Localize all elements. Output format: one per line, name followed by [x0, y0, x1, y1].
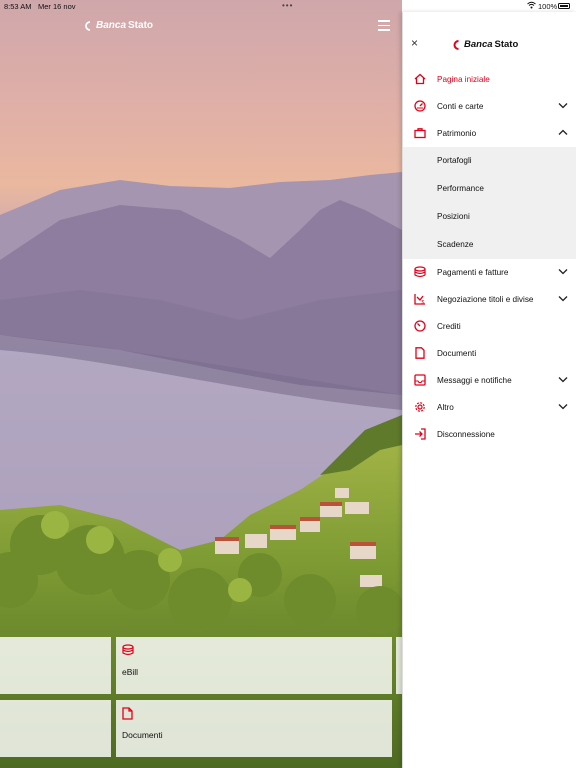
document-icon: [122, 707, 133, 720]
submenu-item-portafogli[interactable]: Portafogli: [403, 147, 576, 175]
menu-item-negoziazione[interactable]: $ Negoziazione titoli e divise: [403, 286, 576, 313]
menu-item-altro[interactable]: Altro: [403, 394, 576, 421]
speedometer-icon: [414, 100, 426, 112]
menu-item-label: Messaggi e notifiche: [437, 376, 512, 385]
logo-text-left: Banca: [96, 20, 127, 31]
tile-left-1[interactable]: [0, 637, 111, 694]
multitasking-dots-icon[interactable]: •••: [282, 1, 293, 10]
gauge-icon: [414, 320, 426, 332]
battery-icon: [558, 3, 570, 9]
menu-hamburger-icon[interactable]: [378, 20, 390, 31]
menu-item-label: Negoziazione titoli e divise: [437, 295, 534, 304]
submenu-item-performance[interactable]: Performance: [403, 175, 576, 203]
tile-ebill[interactable]: eBill: [116, 637, 392, 694]
coins-icon: [414, 266, 426, 278]
trading-icon: $: [414, 294, 425, 305]
menu-item-conti-e-carte[interactable]: Conti e carte: [403, 93, 576, 120]
logo-text-right: Stato: [128, 20, 154, 31]
battery-percent: 100%: [538, 2, 558, 11]
submenu-item-label: Performance: [437, 184, 484, 193]
wifi-icon: [527, 1, 536, 9]
brand-mark-icon: [85, 20, 91, 31]
menu-item-label: Patrimonio: [437, 129, 477, 138]
status-bar: 8:53 AM Mer 16 nov ••• 100%: [0, 0, 576, 12]
menu-item-label: Crediti: [437, 322, 461, 331]
menu-item-crediti[interactable]: Crediti: [403, 313, 576, 340]
chevron-down-icon: [558, 404, 568, 410]
tile-documenti-label: Documenti: [122, 730, 163, 740]
submenu-item-posizioni[interactable]: Posizioni: [403, 203, 576, 231]
briefcase-icon: [414, 128, 426, 139]
logo-text-left: Banca: [464, 39, 493, 50]
chevron-down-icon: [558, 103, 568, 109]
menu-item-pagina-iniziale[interactable]: Pagina iniziale: [403, 66, 576, 93]
submenu-item-label: Scadenze: [437, 240, 474, 249]
gear-icon: [415, 402, 425, 412]
menu-item-messaggi[interactable]: Messaggi e notifiche: [403, 367, 576, 394]
chevron-up-icon: [558, 129, 568, 135]
inbox-icon: [414, 374, 426, 386]
submenu-item-label: Posizioni: [437, 212, 470, 221]
tile-ebill-label: eBill: [122, 667, 139, 677]
logo-text-right: Stato: [494, 39, 519, 50]
tile-documenti[interactable]: Documenti: [116, 700, 392, 757]
close-icon[interactable]: ×: [411, 37, 418, 49]
menu-item-pagamenti-e-fatture[interactable]: Pagamenti e fatture: [403, 259, 576, 286]
chevron-down-icon: [558, 269, 568, 275]
menu-item-disconnessione[interactable]: Disconnessione: [403, 421, 576, 448]
submenu-patrimonio: Portafogli Performance Posizioni Scadenz…: [403, 147, 576, 259]
navigation-drawer: × Banca Stato Pagina iniziale Conti e car…: [402, 12, 576, 768]
background-logo: Banca Stato: [84, 20, 153, 31]
menu-item-documenti[interactable]: Documenti: [403, 340, 576, 367]
menu-item-label: Pagamenti e fatture: [437, 268, 509, 277]
menu-item-label: Documenti: [437, 349, 477, 358]
menu-item-label: Pagina iniziale: [437, 75, 490, 84]
logout-icon: [415, 428, 426, 440]
status-time: 8:53 AM: [4, 2, 32, 11]
home-icon: [414, 73, 426, 85]
menu-item-label: Disconnessione: [437, 430, 495, 439]
brand-mark-icon: [453, 39, 459, 50]
menu-item-label: Conti e carte: [437, 102, 484, 111]
chevron-down-icon: [558, 296, 568, 302]
drawer-logo: Banca Stato: [452, 39, 518, 50]
nav-menu: Pagina iniziale Conti e carte Patrimonio…: [403, 66, 576, 448]
menu-item-label: Altro: [437, 403, 454, 412]
submenu-item-label: Portafogli: [437, 156, 472, 165]
svg-text:$: $: [422, 300, 425, 305]
tile-left-2[interactable]: [0, 700, 111, 757]
status-date: Mer 16 nov: [38, 2, 76, 11]
document-icon: [415, 347, 425, 359]
submenu-item-scadenze[interactable]: Scadenze: [403, 231, 576, 259]
coins-icon: [122, 644, 134, 656]
chevron-down-icon: [558, 377, 568, 383]
menu-item-patrimonio[interactable]: Patrimonio: [403, 120, 576, 147]
